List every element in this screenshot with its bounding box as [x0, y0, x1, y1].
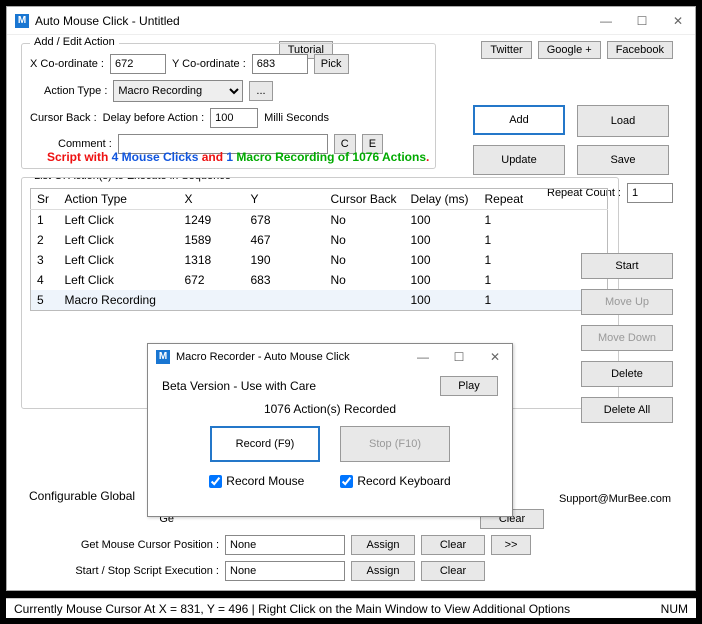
- th-type: Action Type: [59, 189, 179, 210]
- action-type-select[interactable]: Macro Recording: [113, 80, 243, 102]
- action-table[interactable]: Sr Action Type X Y Cursor Back Delay (ms…: [30, 188, 608, 311]
- ellipsis-button[interactable]: ...: [249, 81, 272, 101]
- get-cursor-label: Get Mouse Cursor Position :: [29, 539, 219, 551]
- table-row[interactable]: 2Left Click1589467No1001: [31, 230, 608, 250]
- y-label: Y Co-ordinate :: [172, 58, 246, 70]
- th-repeat: Repeat: [479, 189, 608, 210]
- play-button[interactable]: Play: [440, 376, 498, 396]
- app-logo: M: [15, 14, 29, 28]
- status-bar: Currently Mouse Cursor At X = 831, Y = 4…: [6, 598, 696, 618]
- move-up-button[interactable]: Move Up: [581, 289, 673, 315]
- minimize-icon[interactable]: —: [597, 14, 615, 28]
- beta-label: Beta Version - Use with Care: [162, 379, 316, 393]
- record-mouse-check[interactable]: Record Mouse: [209, 474, 304, 488]
- table-row[interactable]: 3Left Click1318190No1001: [31, 250, 608, 270]
- record-button[interactable]: Record (F9): [210, 426, 320, 462]
- update-button[interactable]: Update: [473, 145, 565, 175]
- stop-button[interactable]: Stop (F10): [340, 426, 450, 462]
- table-row[interactable]: 5Macro Recording1001: [31, 290, 608, 311]
- delay-input[interactable]: [210, 108, 258, 128]
- start-button[interactable]: Start: [581, 253, 673, 279]
- num-indicator: NUM: [661, 602, 688, 616]
- titlebar: M Auto Mouse Click - Untitled — ☐ ✕: [7, 7, 695, 35]
- conf-global-label: Configurable Global: [29, 489, 135, 503]
- save-button[interactable]: Save: [577, 145, 669, 175]
- recorder-logo: M: [156, 350, 170, 364]
- assign3-button[interactable]: Assign: [351, 561, 415, 581]
- y-input[interactable]: [252, 54, 308, 74]
- cursor-back-label: Cursor Back :: [30, 112, 97, 124]
- load-button[interactable]: Load: [577, 105, 669, 137]
- delay-label: Delay before Action :: [103, 112, 205, 124]
- close-icon[interactable]: ✕: [669, 14, 687, 28]
- th-y: Y: [245, 189, 325, 210]
- ms-label: Milli Seconds: [264, 112, 329, 124]
- recorder-window: M Macro Recorder - Auto Mouse Click — ☐ …: [147, 343, 513, 517]
- list-legend: List Of Action(s) to Execute in Sequence: [30, 177, 235, 182]
- x-input[interactable]: [110, 54, 166, 74]
- add-edit-group: Add / Edit Action X Co-ordinate : Y Co-o…: [21, 43, 436, 169]
- comment-input[interactable]: [118, 134, 328, 154]
- clear2-button[interactable]: Clear: [421, 535, 485, 555]
- delete-all-button[interactable]: Delete All: [581, 397, 673, 423]
- th-sr: Sr: [31, 189, 59, 210]
- rec-close-icon[interactable]: ✕: [486, 350, 504, 364]
- recorder-title: Macro Recorder - Auto Mouse Click: [176, 351, 414, 363]
- move-down-button[interactable]: Move Down: [581, 325, 673, 351]
- e-button[interactable]: E: [362, 134, 383, 154]
- main-window: M Auto Mouse Click - Untitled — ☐ ✕ Tuto…: [6, 6, 696, 591]
- support-link[interactable]: Support@MurBee.com: [559, 493, 671, 505]
- rec-maximize-icon[interactable]: ☐: [450, 350, 468, 364]
- start-stop-input[interactable]: [225, 561, 345, 581]
- table-row[interactable]: 1Left Click1249678No1001: [31, 210, 608, 231]
- clear3-button[interactable]: Clear: [421, 561, 485, 581]
- start-stop-label: Start / Stop Script Execution :: [29, 565, 219, 577]
- pick-button[interactable]: Pick: [314, 54, 349, 74]
- rec-minimize-icon[interactable]: —: [414, 350, 432, 364]
- assign2-button[interactable]: Assign: [351, 535, 415, 555]
- c-button[interactable]: C: [334, 134, 356, 154]
- action-count-label: 1076 Action(s) Recorded: [162, 402, 498, 416]
- group-title: Add / Edit Action: [30, 36, 119, 48]
- action-type-label: Action Type :: [44, 85, 107, 97]
- record-keyboard-check[interactable]: Record Keyboard: [340, 474, 450, 488]
- comment-label: Comment :: [58, 138, 112, 150]
- status-text: Currently Mouse Cursor At X = 831, Y = 4…: [14, 602, 570, 616]
- maximize-icon[interactable]: ☐: [633, 14, 651, 28]
- more-button[interactable]: >>: [491, 535, 531, 555]
- add-button[interactable]: Add: [473, 105, 565, 135]
- window-title: Auto Mouse Click - Untitled: [35, 14, 597, 28]
- repeat-input[interactable]: [627, 183, 673, 203]
- x-label: X Co-ordinate :: [30, 58, 104, 70]
- get-cursor-input[interactable]: [225, 535, 345, 555]
- th-x: X: [179, 189, 245, 210]
- th-delay: Delay (ms): [405, 189, 479, 210]
- table-row[interactable]: 4Left Click672683No1001: [31, 270, 608, 290]
- delete-button[interactable]: Delete: [581, 361, 673, 387]
- th-cb: Cursor Back: [325, 189, 405, 210]
